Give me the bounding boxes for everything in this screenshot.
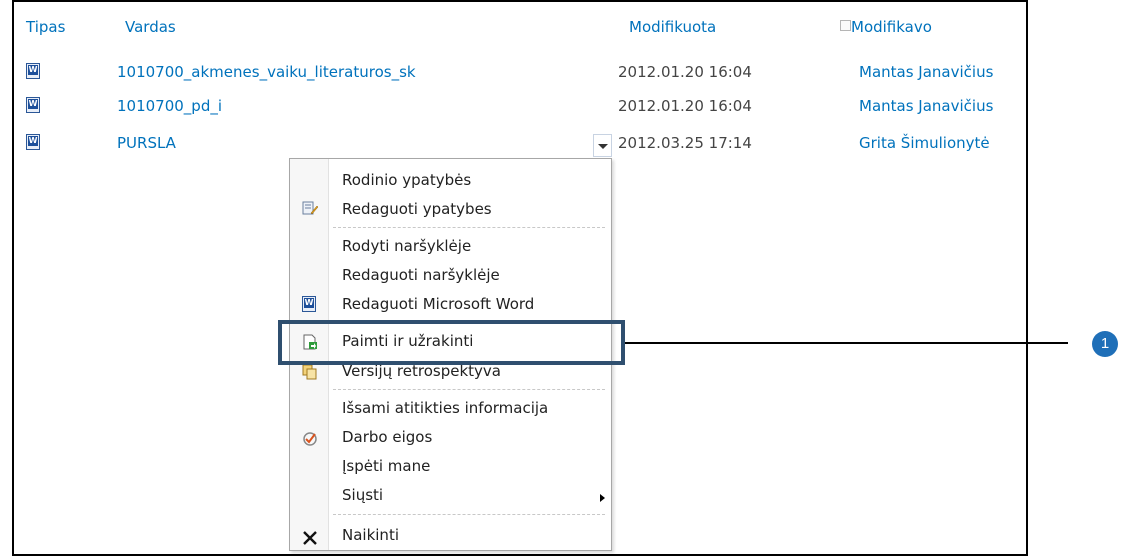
menu-separator xyxy=(333,389,605,390)
modified-by-link[interactable]: Mantas Janavičius xyxy=(859,63,993,81)
menu-item-view-in-browser[interactable]: Rodyti naršyklėje xyxy=(342,237,471,255)
menu-item-alert-me[interactable]: Įspėti mane xyxy=(342,457,430,475)
version-history-icon xyxy=(302,364,317,380)
word-doc-icon xyxy=(302,296,316,312)
workflow-icon xyxy=(303,432,317,446)
column-header-modified[interactable]: Modifikuota xyxy=(629,18,716,36)
menu-separator xyxy=(333,514,605,515)
menu-item-workflows[interactable]: Darbo eigos xyxy=(342,428,432,446)
modified-date: 2012.01.20 16:04 xyxy=(618,97,752,115)
file-name-link[interactable]: PURSLA xyxy=(117,134,176,152)
modified-date: 2012.01.20 16:04 xyxy=(618,63,752,81)
column-header-type[interactable]: Tipas xyxy=(26,18,65,36)
item-menu-dropdown-button[interactable] xyxy=(593,134,612,157)
callout-highlight-box xyxy=(278,320,625,365)
submenu-arrow-icon xyxy=(600,494,605,502)
column-header-name[interactable]: Vardas xyxy=(125,18,176,36)
file-name-link[interactable]: 1010700_akmenes_vaiku_literaturos_sk xyxy=(117,63,416,81)
select-checkbox[interactable] xyxy=(840,20,851,31)
callout-line xyxy=(625,342,1068,344)
menu-item-delete[interactable]: Naikinti xyxy=(342,526,399,544)
edit-properties-icon xyxy=(302,201,318,215)
callout-number-badge: 1 xyxy=(1092,331,1118,357)
modified-date: 2012.03.25 17:14 xyxy=(618,134,752,152)
menu-item-edit-properties[interactable]: Redaguoti ypatybes xyxy=(342,200,492,218)
file-name-link[interactable]: 1010700_pd_i xyxy=(117,97,222,115)
modified-by-link[interactable]: Mantas Janavičius xyxy=(859,97,993,115)
delete-icon xyxy=(303,531,317,545)
word-doc-icon xyxy=(26,63,40,79)
menu-item-send-to[interactable]: Siųsti xyxy=(342,486,383,504)
menu-item-edit-in-browser[interactable]: Redaguoti naršyklėje xyxy=(342,266,500,284)
column-header-modified-by[interactable]: Modifikavo xyxy=(851,18,932,36)
word-doc-icon xyxy=(26,97,40,113)
menu-item-compliance-details[interactable]: Išsami atitikties informacija xyxy=(342,399,548,417)
word-doc-icon xyxy=(26,134,40,150)
menu-separator xyxy=(333,227,605,228)
menu-item-view-properties[interactable]: Rodinio ypatybės xyxy=(342,171,471,189)
modified-by-link[interactable]: Grita Šimulionytė xyxy=(859,134,990,152)
menu-item-edit-in-word[interactable]: Redaguoti Microsoft Word xyxy=(342,295,534,313)
